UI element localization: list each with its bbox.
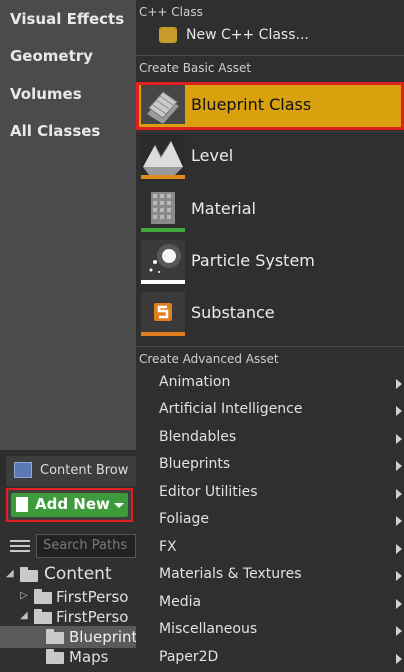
menu-item-label: Paper2D bbox=[159, 649, 219, 665]
asset-type-strip bbox=[141, 124, 185, 128]
separator bbox=[136, 346, 404, 347]
tree-item-label: Maps bbox=[69, 648, 109, 666]
material-item[interactable]: Material bbox=[136, 186, 404, 234]
tree-item-firstperson-2[interactable]: ◢ FirstPerso bbox=[0, 606, 136, 628]
category-volumes[interactable]: Volumes bbox=[10, 85, 82, 103]
level-icon bbox=[141, 135, 185, 179]
submenu-arrow-icon bbox=[396, 626, 402, 636]
submenu-arrow-icon bbox=[396, 434, 402, 444]
blueprint-class-label: Blueprint Class bbox=[191, 95, 312, 114]
substance-label: Substance bbox=[191, 303, 275, 322]
level-label: Level bbox=[191, 146, 234, 165]
separator bbox=[136, 131, 404, 132]
menu-item-label: Artificial Intelligence bbox=[159, 401, 303, 417]
menu-item-fx[interactable]: FX bbox=[136, 535, 404, 562]
menu-item-label: FX bbox=[159, 539, 177, 555]
tree-item-label: Content bbox=[44, 564, 112, 584]
menu-item-label: Editor Utilities bbox=[159, 484, 258, 500]
menu-item-animation[interactable]: Animation bbox=[136, 370, 404, 397]
blueprint-class-icon bbox=[141, 84, 185, 128]
folder-icon bbox=[46, 629, 64, 644]
submenu-arrow-icon bbox=[396, 544, 402, 554]
separator bbox=[136, 55, 404, 56]
content-browser-icon bbox=[14, 462, 32, 478]
blueprint-class-item[interactable]: Blueprint Class bbox=[136, 82, 404, 130]
material-icon bbox=[141, 188, 185, 232]
tree-item-content[interactable]: ◢ Content bbox=[0, 563, 136, 585]
substance-item[interactable]: Substance bbox=[136, 290, 404, 338]
particle-system-icon bbox=[141, 240, 185, 284]
level-item[interactable]: Level bbox=[136, 133, 404, 181]
tree-item-label: FirstPerso bbox=[56, 588, 129, 606]
category-all-classes[interactable]: All Classes bbox=[10, 122, 100, 140]
search-paths-input[interactable]: Search Paths bbox=[36, 534, 136, 558]
material-label: Material bbox=[191, 199, 256, 218]
tree-item-firstperson-1[interactable]: ▷ FirstPerso bbox=[0, 586, 136, 608]
cpp-class-icon bbox=[159, 27, 177, 43]
asset-type-strip bbox=[141, 228, 185, 232]
submenu-arrow-icon bbox=[396, 571, 402, 581]
asset-type-strip bbox=[141, 332, 185, 336]
sources-panel-toggle-icon[interactable] bbox=[10, 537, 30, 555]
asset-type-strip bbox=[141, 280, 185, 284]
menu-item-miscellaneous[interactable]: Miscellaneous bbox=[136, 617, 404, 644]
tree-item-maps[interactable]: Maps bbox=[0, 646, 136, 668]
folder-icon bbox=[34, 589, 52, 604]
submenu-arrow-icon bbox=[396, 599, 402, 609]
menu-item-blendables[interactable]: Blendables bbox=[136, 425, 404, 452]
new-document-icon bbox=[16, 497, 28, 512]
menu-item-artificial-intelligence[interactable]: Artificial Intelligence bbox=[136, 397, 404, 424]
menu-item-label: Animation bbox=[159, 374, 231, 390]
folder-icon bbox=[46, 649, 64, 664]
content-browser-tab-label: Content Brow bbox=[40, 463, 129, 478]
tree-item-label: Blueprint bbox=[69, 628, 136, 646]
expanded-arrow-icon[interactable]: ◢ bbox=[20, 610, 28, 621]
menu-item-label: Miscellaneous bbox=[159, 621, 258, 637]
menu-item-materials-textures[interactable]: Materials & Textures bbox=[136, 562, 404, 589]
menu-item-editor-utilities[interactable]: Editor Utilities bbox=[136, 480, 404, 507]
submenu-arrow-icon bbox=[396, 516, 402, 526]
add-new-button[interactable]: Add New bbox=[11, 493, 128, 517]
category-visual-effects[interactable]: Visual Effects bbox=[10, 10, 124, 28]
menu-item-label: Materials & Textures bbox=[159, 566, 302, 582]
particle-system-label: Particle System bbox=[191, 251, 315, 270]
menu-item-foliage[interactable]: Foliage bbox=[136, 507, 404, 534]
content-browser-tab[interactable]: Content Brow bbox=[6, 456, 136, 486]
submenu-arrow-icon bbox=[396, 489, 402, 499]
substance-icon bbox=[141, 292, 185, 336]
content-browser-tab-bar: Content Brow bbox=[0, 450, 136, 486]
add-new-outline: Add New bbox=[6, 488, 133, 522]
folder-icon bbox=[34, 609, 52, 624]
add-new-label: Add New bbox=[35, 495, 110, 513]
new-cpp-class-label: New C++ Class... bbox=[186, 27, 309, 43]
menu-item-blueprints[interactable]: Blueprints bbox=[136, 452, 404, 479]
menu-item-media[interactable]: Media bbox=[136, 590, 404, 617]
tree-item-label: FirstPerso bbox=[56, 608, 129, 626]
asset-type-strip bbox=[141, 175, 185, 179]
submenu-arrow-icon bbox=[396, 654, 402, 664]
section-header-basic: Create Basic Asset bbox=[139, 61, 252, 75]
menu-item-label: Media bbox=[159, 594, 202, 610]
new-cpp-class-item[interactable]: New C++ Class... bbox=[136, 24, 404, 48]
category-geometry[interactable]: Geometry bbox=[10, 47, 93, 65]
section-header-advanced: Create Advanced Asset bbox=[139, 352, 279, 366]
submenu-arrow-icon bbox=[396, 406, 402, 416]
tree-item-blueprint[interactable]: Blueprint bbox=[0, 626, 136, 648]
submenu-arrow-icon bbox=[396, 461, 402, 471]
menu-item-label: Blueprints bbox=[159, 456, 231, 472]
section-header-cpp: C++ Class bbox=[139, 5, 203, 19]
chevron-down-icon bbox=[114, 503, 124, 508]
folder-icon bbox=[20, 567, 38, 582]
menu-item-paper2d[interactable]: Paper2D bbox=[136, 645, 404, 672]
particle-system-item[interactable]: Particle System bbox=[136, 238, 404, 286]
collapsed-arrow-icon[interactable]: ▷ bbox=[20, 590, 28, 601]
menu-item-label: Foliage bbox=[159, 511, 209, 527]
menu-item-label: Blendables bbox=[159, 429, 237, 445]
submenu-arrow-icon bbox=[396, 379, 402, 389]
expanded-arrow-icon[interactable]: ◢ bbox=[6, 568, 14, 579]
add-new-dropdown-menu: C++ Class New C++ Class... Create Basic … bbox=[136, 0, 404, 672]
